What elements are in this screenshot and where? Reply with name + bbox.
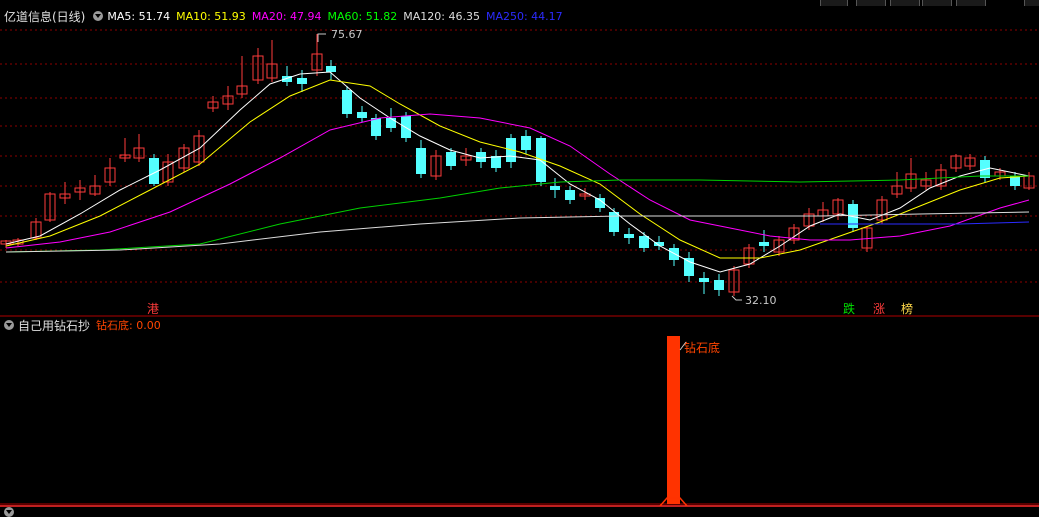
candle-body <box>371 118 381 136</box>
candle-body <box>357 112 367 118</box>
candle-body <box>609 212 619 232</box>
high-pointer <box>317 33 326 42</box>
low-pointer <box>731 295 742 301</box>
high-price-label: 75.67 <box>331 28 363 41</box>
event-marker: 榜 <box>901 301 913 316</box>
event-marker: 涨 <box>873 301 885 316</box>
candle-body <box>401 116 411 138</box>
ma60-line <box>5 175 1029 253</box>
low-price-label: 32.10 <box>745 294 777 307</box>
chart-canvas[interactable]: 75.67 32.10 港 跌 涨 榜钻石底 <box>0 0 1039 514</box>
candle-body <box>297 78 307 84</box>
ma10-line <box>5 79 1030 259</box>
ma60-label: MA60: 51.82 <box>327 9 398 23</box>
ma120-label: MA120: 46.35 <box>403 9 480 23</box>
candle-body <box>639 236 649 248</box>
candle-body <box>342 90 352 114</box>
ma5-line <box>5 71 1030 273</box>
candle-body <box>699 278 709 282</box>
bottom-panel-legend <box>0 507 34 517</box>
sub-panel-title[interactable]: 自己用钻石抄 <box>18 317 90 334</box>
stock-title[interactable]: 亿道信息(日线) <box>4 8 85 25</box>
bottom-panel-menu-icon[interactable] <box>4 507 14 517</box>
ma20-label: MA20: 47.94 <box>251 9 322 23</box>
candle-body <box>684 258 694 276</box>
candle-body <box>759 242 769 246</box>
candle-body <box>491 156 501 168</box>
candle-body <box>446 152 456 166</box>
event-marker: 港 <box>147 302 159 316</box>
candle-body <box>624 234 634 238</box>
sub-panel-menu-icon[interactable] <box>4 320 14 330</box>
candle-body <box>521 136 531 150</box>
ma10-label: MA10: 51.93 <box>176 9 246 23</box>
event-marker: 跌 <box>843 301 855 316</box>
sub-indicator-label: 钻石底: 0.00 <box>96 319 161 332</box>
signal-label: 钻石底 <box>684 340 720 355</box>
ma20-line <box>5 113 1030 249</box>
candle-body <box>714 280 724 290</box>
candle-body <box>386 118 396 128</box>
candle-body <box>416 148 426 174</box>
ma5-label: MA5: 51.74 <box>107 9 171 23</box>
candle-body <box>565 190 575 200</box>
main-panel-legend: 亿道信息(日线) MA5: 51.74 MA10: 51.93 MA20: 47… <box>0 8 569 24</box>
panel-menu-icon[interactable] <box>93 11 104 21</box>
candle-body <box>550 186 560 190</box>
signal-bar <box>667 336 680 504</box>
sub-panel-legend: 自己用钻石抄 钻石底: 0.00 <box>0 317 167 334</box>
ma250-label: MA250: 44.17 <box>485 9 563 23</box>
candle-body <box>326 66 336 72</box>
